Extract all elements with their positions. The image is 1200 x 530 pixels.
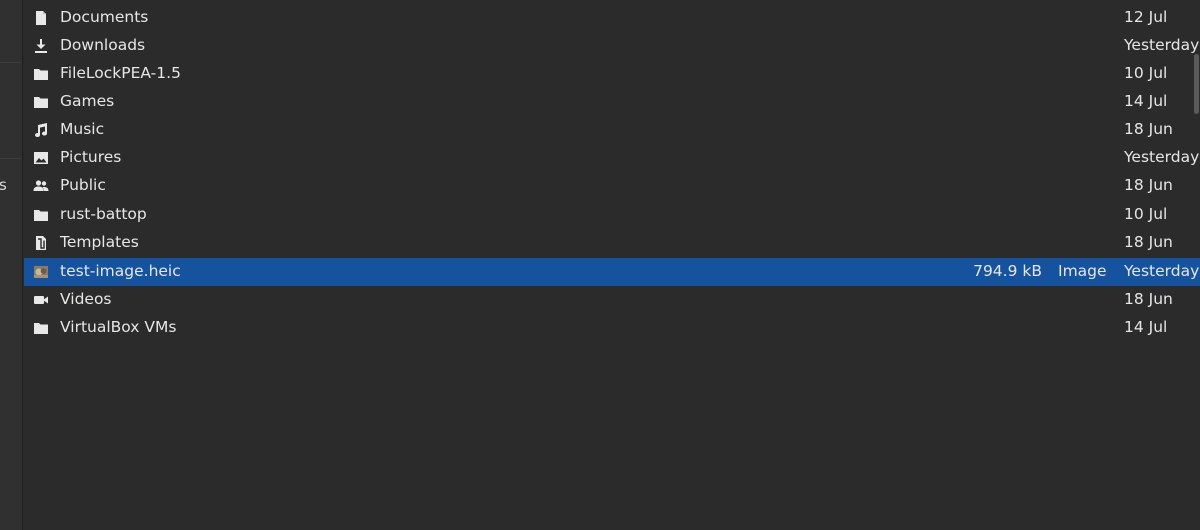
pictures-icon	[34, 152, 48, 164]
file-modified: 10 Jul	[1124, 205, 1168, 223]
file-name: rust-battop	[60, 205, 147, 223]
file-list[interactable]: Documents 12 Jul Downloads Yesterday Fil…	[24, 0, 1200, 530]
folder-icon	[34, 323, 48, 334]
file-type: Image	[1058, 262, 1107, 280]
folder-icon	[34, 97, 48, 108]
file-row-test-image[interactable]: test-image.heic 794.9 kB Image Yesterday	[24, 258, 1200, 286]
videos-icon	[34, 296, 48, 304]
file-row-games[interactable]: Games 14 Jul	[24, 88, 1200, 116]
file-row-downloads[interactable]: Downloads Yesterday	[24, 32, 1200, 60]
document-icon	[36, 11, 46, 25]
file-name: Videos	[60, 290, 112, 308]
sidebar-item-label[interactable]: s	[0, 176, 7, 194]
file-name: Games	[60, 92, 115, 110]
file-name: Templates	[60, 233, 139, 251]
file-name: Pictures	[60, 148, 122, 166]
folder-icon	[34, 210, 48, 221]
file-row-virtualbox-vms[interactable]: VirtualBox VMs 14 Jul	[24, 314, 1200, 342]
file-row-pictures[interactable]: Pictures Yesterday	[24, 144, 1200, 172]
file-manager-window: s Documents 12 Jul Downloads Yesterday	[0, 0, 1200, 530]
file-size: 794.9 kB	[973, 262, 1042, 280]
file-modified: 18 Jun	[1124, 233, 1173, 251]
folder-icon	[34, 69, 48, 80]
public-icon	[33, 180, 49, 191]
file-modified: 14 Jul	[1124, 318, 1168, 336]
file-modified: Yesterday	[1124, 148, 1200, 166]
file-name: Public	[60, 176, 106, 194]
templates-icon	[36, 236, 46, 250]
file-name: test-image.heic	[60, 262, 181, 280]
file-name: Documents	[60, 8, 149, 26]
file-name: VirtualBox VMs	[60, 318, 177, 336]
music-icon	[35, 123, 48, 138]
file-row-music[interactable]: Music 18 Jun	[24, 116, 1200, 144]
file-name: Downloads	[60, 36, 146, 54]
sidebar: s	[0, 0, 23, 530]
file-modified: 18 Jun	[1124, 176, 1173, 194]
file-row-documents[interactable]: Documents 12 Jul	[24, 4, 1200, 32]
file-modified: 18 Jun	[1124, 120, 1173, 138]
file-row-videos[interactable]: Videos 18 Jun	[24, 286, 1200, 314]
file-modified: 14 Jul	[1124, 92, 1168, 110]
file-modified: Yesterday	[1124, 262, 1200, 280]
file-row-filelockpea[interactable]: FileLockPEA-1.5 10 Jul	[24, 60, 1200, 88]
sidebar-divider	[0, 158, 22, 159]
file-modified: 10 Jul	[1124, 64, 1168, 82]
file-row-templates[interactable]: Templates 18 Jun	[24, 229, 1200, 257]
file-modified: 12 Jul	[1124, 8, 1168, 26]
sidebar-divider	[0, 62, 22, 63]
file-name: Music	[60, 120, 105, 138]
image-thumbnail-icon	[34, 266, 48, 278]
scrollbar[interactable]	[1194, 54, 1199, 114]
file-row-public[interactable]: Public 18 Jun	[24, 172, 1200, 200]
file-modified: Yesterday	[1124, 36, 1200, 54]
download-icon	[35, 39, 47, 53]
file-name: FileLockPEA-1.5	[60, 64, 181, 82]
file-modified: 18 Jun	[1124, 290, 1173, 308]
file-row-rust-battop[interactable]: rust-battop 10 Jul	[24, 201, 1200, 229]
